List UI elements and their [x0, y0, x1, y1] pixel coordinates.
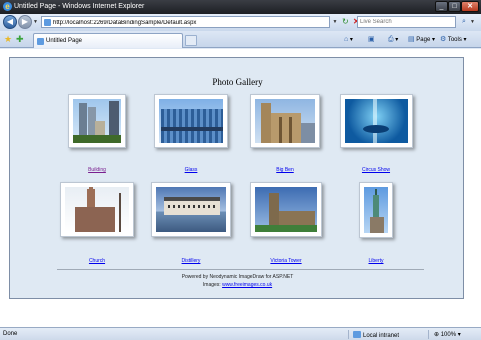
- status-text: Done: [3, 331, 18, 337]
- tools-menu-label: Tools: [447, 37, 462, 43]
- zoom-label: 100%: [440, 332, 457, 338]
- thumbnail-big-ben[interactable]: [250, 94, 320, 148]
- photo-liberty: [364, 187, 388, 233]
- refresh-icon[interactable]: ↻: [342, 17, 351, 27]
- images-credit-label: Images:: [202, 282, 221, 288]
- forward-button[interactable]: ▶: [18, 15, 32, 29]
- close-button[interactable]: ✕: [461, 1, 479, 12]
- caption-building[interactable]: Building: [57, 167, 137, 173]
- security-zone[interactable]: Local intranet: [353, 331, 399, 339]
- search-box[interactable]: [357, 16, 456, 28]
- tab-label: Untitled Page: [46, 38, 83, 44]
- ie-logo-icon: e: [3, 2, 12, 11]
- page-icon: [44, 19, 51, 26]
- caption-church[interactable]: Church: [57, 258, 137, 264]
- address-input[interactable]: [53, 18, 323, 27]
- search-icon[interactable]: ⌕: [459, 16, 469, 28]
- photo-distillery: [156, 187, 226, 232]
- minimize-button[interactable]: _: [435, 1, 448, 12]
- gallery-title: Photo Gallery: [212, 77, 263, 87]
- page-menu-icon: ▤: [408, 36, 415, 43]
- address-dropdown-icon[interactable]: ▼: [331, 17, 339, 27]
- recent-pages-dropdown-icon[interactable]: ▼: [33, 19, 38, 25]
- add-favorite-icon[interactable]: ✚: [16, 34, 24, 44]
- thumbnail-glass[interactable]: [154, 94, 228, 148]
- tab-toolbar: ★ ✚ Untitled Page ⌂ ▾ ▣ ⎙ ▾ ▤ Page ▾ ⚙ T…: [0, 31, 481, 48]
- address-toolbar: ◀ ▶ ▼ ▼ ↻ ✕ ⌕ ▼: [0, 14, 481, 31]
- feeds-button[interactable]: ▣: [368, 35, 375, 45]
- page-content[interactable]: Photo Gallery Building Glass Big Ben Cir…: [0, 49, 481, 327]
- print-icon: ⎙: [388, 36, 394, 43]
- thumbnail-circus-show[interactable]: [340, 94, 413, 148]
- tab-untitled-page[interactable]: Untitled Page: [33, 33, 183, 48]
- tools-menu-button[interactable]: ⚙ Tools ▾: [440, 35, 467, 45]
- window-title: Untitled Page - Windows Internet Explore…: [14, 3, 145, 10]
- favorites-star-icon[interactable]: ★: [4, 34, 12, 44]
- images-credit-link[interactable]: www.freeimages.co.uk: [222, 282, 272, 288]
- feeds-icon: ▣: [368, 36, 375, 43]
- powered-by-text: Powered by Neodynamic ImageDraw for ASP.…: [181, 274, 294, 280]
- search-input[interactable]: [358, 17, 453, 27]
- back-button[interactable]: ◀: [3, 15, 17, 29]
- search-options-dropdown-icon[interactable]: ▼: [470, 17, 475, 27]
- maximize-button[interactable]: □: [448, 1, 461, 12]
- gallery-panel: Photo Gallery Building Glass Big Ben Cir…: [9, 57, 464, 299]
- caption-victoria-tower[interactable]: Victoria Tower: [246, 258, 326, 264]
- home-icon: ⌂: [344, 36, 349, 43]
- page-menu-button[interactable]: ▤ Page ▾: [408, 35, 435, 45]
- caption-big-ben[interactable]: Big Ben: [245, 167, 325, 173]
- thumbnail-church[interactable]: [60, 182, 134, 237]
- images-credit: Images: www.freeimages.co.uk: [10, 282, 465, 288]
- title-bar: e Untitled Page - Windows Internet Explo…: [0, 0, 481, 14]
- thumbnail-victoria-tower[interactable]: [250, 182, 322, 237]
- photo-building: [73, 99, 121, 143]
- photo-glass: [159, 99, 223, 143]
- zoom-icon: ⊕: [434, 332, 440, 338]
- intranet-icon: [353, 331, 361, 338]
- status-bar: Done Local intranet ⊕ 100% ▾: [0, 327, 481, 340]
- caption-glass[interactable]: Glass: [151, 167, 231, 173]
- print-button[interactable]: ⎙ ▾: [388, 35, 398, 45]
- new-tab-button[interactable]: [185, 35, 197, 46]
- address-bar[interactable]: [41, 16, 330, 28]
- status-divider: [348, 330, 349, 339]
- security-zone-label: Local intranet: [363, 333, 400, 339]
- caption-distillery[interactable]: Distillery: [151, 258, 231, 264]
- photo-big-ben: [255, 99, 315, 143]
- thumbnail-building[interactable]: [68, 94, 126, 148]
- photo-victoria-tower: [255, 187, 317, 232]
- photo-circus-show: [345, 99, 408, 143]
- home-button[interactable]: ⌂ ▾: [344, 35, 353, 45]
- page-menu-label: Page: [416, 37, 431, 43]
- thumbnail-liberty[interactable]: [359, 182, 393, 238]
- footer-separator: [57, 269, 424, 270]
- page-icon: [37, 38, 44, 45]
- status-divider: [428, 330, 429, 339]
- thumbnail-distillery[interactable]: [151, 182, 231, 237]
- tools-gear-icon: ⚙: [440, 36, 447, 43]
- photo-church: [65, 187, 129, 232]
- caption-liberty[interactable]: Liberty: [336, 258, 416, 264]
- browser-window: e Untitled Page - Windows Internet Explo…: [0, 0, 481, 340]
- zoom-level[interactable]: ⊕ 100% ▾: [434, 331, 461, 338]
- caption-circus-show[interactable]: Circus Show: [336, 167, 416, 173]
